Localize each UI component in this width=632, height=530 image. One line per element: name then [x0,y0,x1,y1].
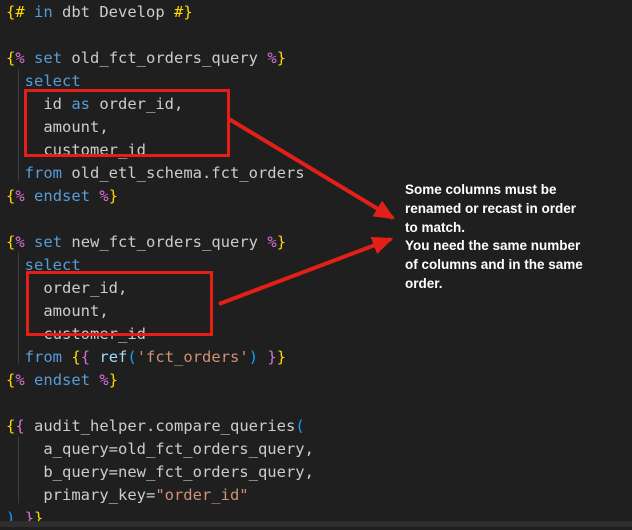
code-token: % [15,233,24,251]
annotation-note: Some columns must berenamed or recast in… [405,181,583,294]
note-line: Some columns must be [405,181,583,200]
code-token: endset [34,371,90,389]
code-line[interactable]: b_query=new_fct_orders_query, [6,461,314,484]
code-token [6,72,25,90]
code-line[interactable]: from old_etl_schema.fct_orders [6,162,314,185]
code-token: dbt Develop [53,3,174,21]
code-line[interactable] [6,208,314,231]
code-line[interactable]: {% set old_fct_orders_query %} [6,47,314,70]
code-token [25,3,34,21]
code-token: } [109,187,118,205]
code-line[interactable]: {{ audit_helper.compare_queries( [6,415,314,438]
new-query-columns-box [26,271,213,336]
code-line[interactable]: primary_key="order_id" [6,484,314,507]
indent-guide [18,252,19,364]
code-token [25,233,34,251]
code-token: % [99,187,108,205]
code-token: ref [99,348,127,366]
code-token: { [71,348,80,366]
note-line: of columns and in the same [405,256,583,275]
current-line-strip [0,521,632,527]
code-line[interactable] [6,24,314,47]
code-line[interactable]: {# in dbt Develop #} [6,1,314,24]
code-token [258,348,267,366]
code-token: ( [127,348,136,366]
code-token: % [267,233,276,251]
code-token: { [6,417,15,435]
code-editor[interactable]: {# in dbt Develop #} {% set old_fct_orde… [6,1,314,530]
code-token: ) [249,348,258,366]
code-token: set [34,233,62,251]
code-token: { [81,348,90,366]
code-token: % [99,371,108,389]
code-token: primary_key= [6,486,155,504]
old-query-columns-box [24,89,230,157]
code-token [25,187,34,205]
code-token: b_query=new_fct_orders_query, [6,463,314,481]
code-token: } [277,348,286,366]
code-line[interactable]: {% endset %} [6,369,314,392]
code-token: select [25,72,81,90]
code-token: set [34,49,62,67]
code-token: % [15,49,24,67]
code-token: a_query=old_fct_orders_query, [6,440,314,458]
code-token [90,371,99,389]
code-token: "order_id" [155,486,248,504]
code-token [90,187,99,205]
note-line: renamed or recast in order [405,200,583,219]
code-token [6,164,25,182]
code-token: } [109,371,118,389]
code-token: } [277,49,286,67]
code-token: {# [6,3,25,21]
code-token: old_fct_orders_query [62,49,267,67]
code-token: from [25,348,62,366]
code-token [90,348,99,366]
code-token: { [6,233,15,251]
code-token [6,348,25,366]
code-token: } [277,233,286,251]
code-token: audit_helper.compare_queries [25,417,296,435]
code-line[interactable] [6,392,314,415]
note-line: to match. [405,219,583,238]
code-token: new_fct_orders_query [62,233,267,251]
code-token: { [15,417,24,435]
code-token: ( [295,417,304,435]
code-token [25,371,34,389]
note-line: order. [405,275,583,294]
code-token: { [6,187,15,205]
code-token: % [15,187,24,205]
code-token: { [6,49,15,67]
code-line[interactable]: {% endset %} [6,185,314,208]
code-line[interactable]: {% set new_fct_orders_query %} [6,231,314,254]
indent-guide [18,69,19,181]
code-token: #} [174,3,193,21]
code-token: in [34,3,53,21]
code-token: from [25,164,62,182]
code-token [62,348,71,366]
code-token: old_etl_schema.fct_orders [62,164,305,182]
code-token: } [267,348,276,366]
code-token: % [267,49,276,67]
code-token: endset [34,187,90,205]
code-token: 'fct_orders' [137,348,249,366]
code-token [6,256,25,274]
indent-guide [18,437,19,503]
code-token: % [15,371,24,389]
code-line[interactable]: from {{ ref('fct_orders') }} [6,346,314,369]
code-token [25,49,34,67]
code-line[interactable]: a_query=old_fct_orders_query, [6,438,314,461]
note-line: You need the same number [405,237,583,256]
code-token: { [6,371,15,389]
